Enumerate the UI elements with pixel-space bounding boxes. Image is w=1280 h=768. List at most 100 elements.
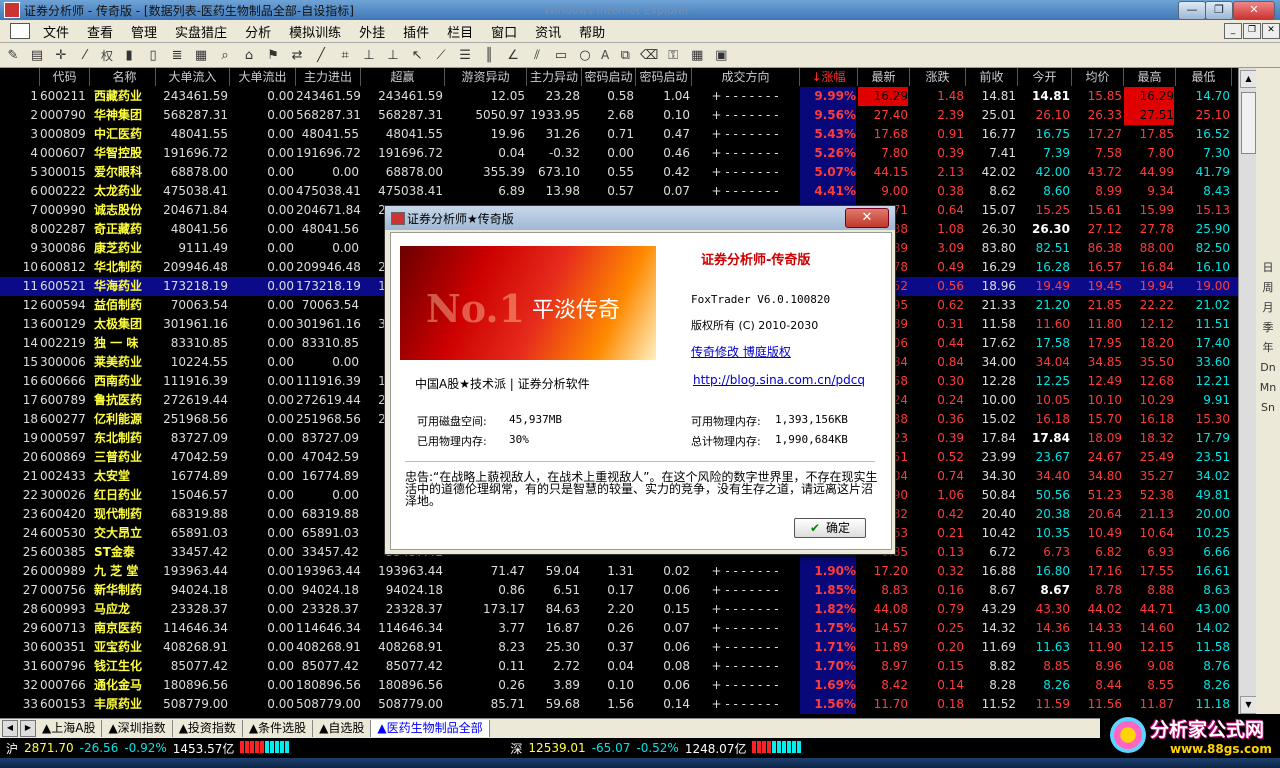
new-icon[interactable]: ✎ — [2, 46, 24, 64]
menu-window[interactable]: 窗口 — [482, 22, 526, 41]
period-day[interactable]: 日 — [1256, 258, 1280, 278]
header-open[interactable]: 今开 — [1018, 68, 1072, 86]
cursor-icon[interactable]: ↖ — [406, 46, 428, 64]
table-row[interactable]: 4 000607 华智控股 191696.72 0.00 191696.72 191696.… — [0, 144, 1238, 163]
header-super[interactable]: 超赢 — [361, 68, 445, 86]
mdi-restore-icon[interactable]: ❐ — [1243, 23, 1261, 39]
vertical-scrollbar[interactable]: ▲ ▼ — [1238, 68, 1257, 714]
header-low[interactable]: 最低 — [1176, 68, 1232, 86]
close-button[interactable]: ✕ — [1233, 1, 1275, 20]
menu-analysis[interactable]: 分析 — [236, 22, 280, 41]
menu-file[interactable]: 文件 — [34, 22, 78, 41]
header-main[interactable]: 主力进出 — [296, 68, 361, 86]
table-row[interactable]: 31 600796 钱江生化 85077.42 0.00 85077.42 85077.42… — [0, 657, 1238, 676]
header-bigout[interactable]: 大单流出 — [230, 68, 296, 86]
hlines-icon[interactable]: ☰ — [454, 46, 476, 64]
scroll-up-icon[interactable]: ▲ — [1240, 70, 1257, 88]
grid-icon[interactable]: ⌗ — [334, 46, 356, 64]
menu-help[interactable]: 帮助 — [570, 22, 614, 41]
tab-next-icon[interactable]: ▶ — [20, 720, 36, 737]
axis-icon[interactable]: ⊥ — [358, 46, 380, 64]
header-prev[interactable]: 前收 — [966, 68, 1018, 86]
table-row[interactable]: 1 600211 西藏药业 243461.59 0.00 243461.59 243461.… — [0, 87, 1238, 106]
header-last[interactable]: 最新 — [858, 68, 910, 86]
period-mn[interactable]: Mn — [1256, 378, 1280, 398]
layout-icon[interactable]: ▦ — [686, 46, 708, 64]
dialog-close-button[interactable]: ✕ — [845, 208, 889, 228]
eraser-icon[interactable]: ⌫ — [638, 46, 660, 64]
text-tool-button[interactable]: A — [598, 46, 612, 64]
table-row[interactable]: 30 600351 亚宝药业 408268.91 0.00 408268.91 408268… — [0, 638, 1238, 657]
dialog-title-bar[interactable]: 证券分析师★传奇版 ✕ — [385, 206, 895, 230]
tab-pharma-all[interactable]: ▲医药生物制品全部 — [371, 720, 490, 737]
home-icon[interactable]: ⌂ — [238, 46, 260, 64]
header-chg[interactable]: 涨跌 — [910, 68, 966, 86]
tab-invest-index[interactable]: ▲投资指数 — [173, 720, 243, 737]
period-sn[interactable]: Sn — [1256, 398, 1280, 418]
candle-icon[interactable]: ▮ — [118, 46, 140, 64]
tab-prev-icon[interactable]: ◀ — [2, 720, 18, 737]
mdi-minimize-icon[interactable]: _ — [1224, 23, 1242, 39]
crosshair-icon[interactable]: ✛ — [50, 46, 72, 64]
header-name[interactable]: 名称 — [94, 68, 156, 86]
menu-columns[interactable]: 栏目 — [438, 22, 482, 41]
axis2-icon[interactable]: ⊥ — [382, 46, 404, 64]
channel-icon[interactable]: ⫽ — [526, 46, 548, 64]
vlines-icon[interactable]: ║ — [478, 46, 500, 64]
menu-manage[interactable]: 管理 — [122, 22, 166, 41]
line-icon[interactable]: ╱ — [310, 46, 332, 64]
menu-view[interactable]: 查看 — [78, 22, 122, 41]
table-row[interactable]: 27 000756 新华制药 94024.18 0.00 94024.18 94024.18… — [0, 581, 1238, 600]
save-icon[interactable]: ▣ — [710, 46, 732, 64]
period-quarter[interactable]: 季 — [1256, 318, 1280, 338]
list-icon[interactable]: ≣ — [166, 46, 188, 64]
restore-button[interactable]: ❐ — [1205, 1, 1233, 20]
menu-plugins[interactable]: 插件 — [394, 22, 438, 41]
tab-shanghai-a[interactable]: ▲上海A股 — [36, 720, 103, 737]
rights-button[interactable]: 权 — [98, 46, 116, 64]
lock-icon[interactable]: ⚿ — [662, 46, 684, 64]
table-row[interactable]: 3 000809 中汇医药 48041.55 0.00 48041.55 48041.55 1… — [0, 125, 1238, 144]
kline-icon[interactable]: ▤ — [26, 46, 48, 64]
table-row[interactable]: 33 600153 丰原药业 508779.00 0.00 508779.00 508779… — [0, 695, 1238, 714]
tab-shenzhen-index[interactable]: ▲深圳指数 — [102, 720, 173, 737]
draw-line-icon[interactable]: ⟋ — [430, 46, 452, 64]
table-row[interactable]: 32 000766 通化金马 180896.56 0.00 180896.56 180896… — [0, 676, 1238, 695]
mdi-close-icon[interactable]: ✕ — [1262, 23, 1280, 39]
tab-watchlist[interactable]: ▲自选股 — [313, 720, 372, 737]
table-row[interactable]: 2 000790 华神集团 568287.31 0.00 568287.31 568287.… — [0, 106, 1238, 125]
header-high[interactable]: 最高 — [1124, 68, 1176, 86]
blog-url-link[interactable]: http://blog.sina.com.cn/pdcq — [693, 373, 865, 387]
header-bigin[interactable]: 大单流入 — [156, 68, 230, 86]
menu-plugin-ext[interactable]: 外挂 — [350, 22, 394, 41]
tab-condition-select[interactable]: ▲条件选股 — [243, 720, 314, 737]
header-idx[interactable] — [0, 68, 40, 86]
header-avg[interactable]: 均价 — [1072, 68, 1124, 86]
table-row[interactable]: 26 000989 九 芝 堂 193963.44 0.00 193963.44 19396… — [0, 562, 1238, 581]
header-code[interactable]: 代码 — [40, 68, 90, 86]
header-mainab[interactable]: 主力异动 — [527, 68, 582, 86]
table-row[interactable]: 5 300015 爱尔眼科 68878.00 0.00 0.00 68878.00 355.3… — [0, 163, 1238, 182]
chart-icon[interactable]: ▦ — [190, 46, 212, 64]
header-dir[interactable]: 成交方向 — [692, 68, 800, 86]
pen-icon[interactable]: ⁄ — [74, 46, 96, 64]
minimize-button[interactable]: — — [1178, 1, 1206, 20]
menu-news[interactable]: 资讯 — [526, 22, 570, 41]
period-week[interactable]: 周 — [1256, 278, 1280, 298]
flag-icon[interactable]: ⚑ — [262, 46, 284, 64]
ok-button[interactable]: ✔ 确定 — [794, 518, 866, 538]
menu-simulation[interactable]: 模拟训练 — [280, 22, 350, 41]
header-hot[interactable]: 游资异动 — [445, 68, 527, 86]
header-pwd1[interactable]: 密码启动 — [582, 68, 636, 86]
period-month[interactable]: 月 — [1256, 298, 1280, 318]
copy-icon[interactable]: ⧉ — [614, 46, 636, 64]
rect-icon[interactable]: ▭ — [550, 46, 572, 64]
bar-icon[interactable]: ▯ — [142, 46, 164, 64]
angle-icon[interactable]: ∠ — [502, 46, 524, 64]
table-row[interactable]: 6 000222 太龙药业 475038.41 0.00 475038.41 475038.… — [0, 182, 1238, 201]
circle-icon[interactable]: ○ — [574, 46, 596, 64]
period-year[interactable]: 年 — [1256, 338, 1280, 358]
header-pwd2[interactable]: 密码启动 — [636, 68, 692, 86]
period-dn[interactable]: Dn — [1256, 358, 1280, 378]
scroll-thumb[interactable] — [1241, 92, 1256, 154]
